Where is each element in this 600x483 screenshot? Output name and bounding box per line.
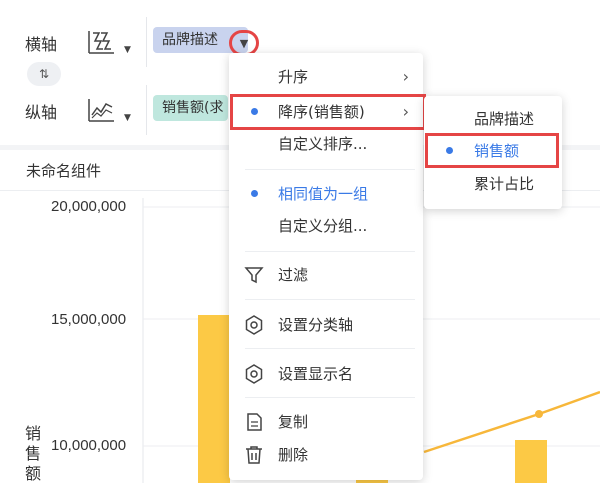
y-chart-type-selector[interactable]: ▼ — [86, 93, 134, 127]
submenu-item-cumulative-share[interactable]: 累计占比 — [424, 169, 562, 199]
y-tick-label: 15,000,000 — [51, 311, 127, 328]
submenu-item-brand[interactable]: 品牌描述 — [424, 104, 562, 134]
menu-item-ascending[interactable]: 升序 › — [229, 62, 423, 92]
x-axis-label: 横轴 — [25, 35, 58, 54]
swap-axes-button[interactable]: ⇅ — [27, 62, 61, 86]
chart-line — [423, 390, 600, 454]
menu-divider — [245, 348, 415, 349]
menu-item-custom-group[interactable]: 自定义分组... — [229, 211, 423, 241]
menu-divider — [245, 251, 415, 252]
chevron-right-icon: › — [402, 67, 409, 86]
selected-dot-icon — [251, 190, 258, 197]
menu-divider — [245, 299, 415, 300]
chart-point — [535, 410, 543, 418]
trash-icon — [246, 446, 262, 464]
gear-icon — [245, 364, 263, 384]
menu-item-set-category-axis[interactable]: 设置分类轴 — [229, 310, 423, 340]
menu-divider — [245, 397, 415, 398]
chevron-down-icon: ▼ — [239, 36, 249, 50]
y-axis-label: 纵轴 — [25, 103, 58, 122]
chevron-down-icon: ▼ — [124, 113, 131, 123]
menu-item-filter[interactable]: 过滤 — [229, 260, 423, 290]
highlight-box — [425, 133, 559, 168]
y-axis-title: 销售额 — [25, 424, 42, 483]
y-field-pill[interactable]: 销售额(求 — [153, 95, 228, 121]
y-tick-label: 10,000,000 — [51, 437, 127, 454]
gear-icon — [245, 315, 263, 335]
line-chart-icon — [88, 99, 114, 122]
highlight-box — [230, 94, 426, 130]
filter-icon — [244, 267, 264, 284]
x-chart-type-selector[interactable]: ▼ — [86, 25, 134, 59]
widget-title: 未命名组件 — [26, 162, 102, 180]
chart-bar — [515, 440, 547, 483]
menu-item-set-display-name[interactable]: 设置显示名 — [229, 359, 423, 389]
divider — [146, 85, 147, 135]
menu-item-copy[interactable]: 复制 — [229, 407, 423, 437]
y-tick-label: 20,000,000 — [51, 198, 127, 215]
menu-item-custom-sort[interactable]: 自定义排序... — [229, 129, 423, 159]
divider — [146, 17, 147, 67]
chart-bar — [198, 315, 230, 483]
menu-divider — [245, 169, 415, 170]
copy-icon — [247, 413, 262, 431]
swap-axes-icon: ⇅ — [38, 67, 50, 81]
menu-item-group-same-values[interactable]: 相同值为一组 — [229, 179, 423, 209]
column-chart-icon — [88, 31, 114, 54]
chevron-down-icon: ▼ — [124, 45, 131, 55]
menu-item-delete[interactable]: 删除 — [229, 440, 423, 470]
